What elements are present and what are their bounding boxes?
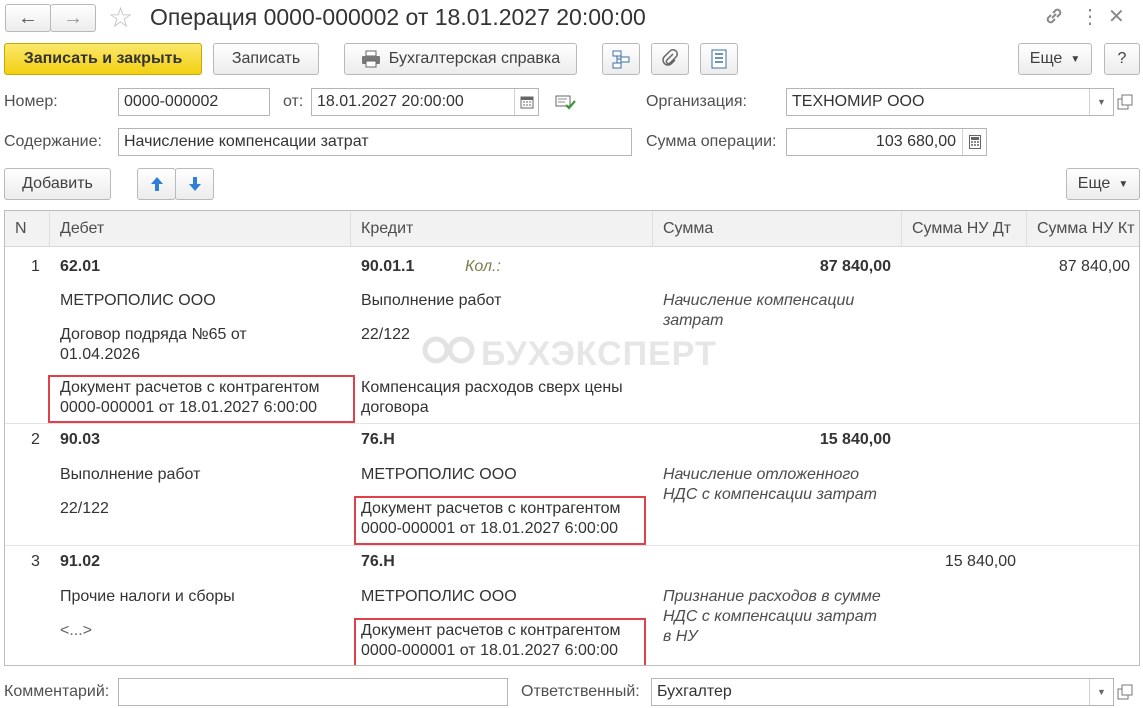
close-button[interactable]: ✕ — [1108, 4, 1134, 30]
save-button[interactable]: Записать — [213, 43, 319, 75]
entry-sum: 87 840,00 — [819, 258, 891, 275]
debit-subconto-2: 22/122 — [60, 500, 109, 517]
structure-button[interactable] — [602, 43, 640, 75]
organization-field[interactable]: ТЕХНОМИР ООО ▼ — [786, 88, 1114, 116]
highlight-frame — [354, 618, 646, 665]
arrow-right-icon: → — [63, 6, 83, 29]
calendar-button[interactable] — [514, 89, 538, 115]
printer-icon — [361, 50, 380, 68]
move-up-button[interactable] — [137, 168, 176, 200]
forward-button[interactable]: → — [50, 4, 96, 32]
attach-button[interactable] — [651, 43, 689, 75]
arrow-up-icon — [150, 177, 163, 191]
column-header-sum-nu-kt[interactable]: Сумма НУ Кт — [1027, 211, 1139, 247]
responsible-dropdown-button[interactable]: ▼ — [1089, 679, 1113, 705]
date-label: от: — [283, 93, 304, 110]
add-row-button[interactable]: Добавить — [4, 168, 111, 200]
debit-subconto-1: Выполнение работ — [60, 466, 201, 483]
calculator-button[interactable] — [962, 129, 986, 155]
comment-field[interactable] — [118, 678, 508, 706]
number-label: Номер: — [4, 93, 58, 110]
list-icon — [711, 49, 727, 69]
chevron-down-icon: ▼ — [1070, 53, 1081, 65]
paperclip-icon — [662, 49, 678, 66]
credit-subconto-1: Выполнение работ — [361, 292, 502, 309]
chevron-down-icon: ▼ — [1097, 687, 1106, 697]
row-number: 2 — [31, 431, 40, 448]
entry-sum: 15 840,00 — [819, 431, 891, 448]
sum-nu-kt: 87 840,00 — [1058, 258, 1130, 275]
operation-sum-label: Сумма операции: — [646, 133, 777, 150]
open-icon — [1117, 94, 1133, 110]
calendar-icon — [520, 96, 533, 109]
row-number: 3 — [31, 553, 40, 570]
row-number: 1 — [31, 258, 40, 275]
arrow-left-icon: ← — [18, 6, 38, 29]
entry-comment: Начисление компенсации затрат — [663, 292, 855, 329]
sum-nu-dt: 15 840,00 — [944, 553, 1016, 570]
credit-subconto-1: МЕТРОПОЛИС ООО — [361, 588, 517, 605]
more-menu-button[interactable]: Еще ▼ — [1018, 43, 1092, 75]
window-title: Операция 0000-000002 от 18.01.2027 20:00… — [150, 4, 646, 30]
entries-table[interactable]: N Дебет Кредит Сумма Сумма НУ Дт Сумма Н… — [4, 210, 1140, 666]
credit-account: 76.Н — [361, 553, 395, 570]
open-icon — [1117, 684, 1133, 700]
entry-comment: Начисление отложенного НДС с компенсации… — [663, 466, 877, 503]
debit-subconto-2: Договор подряда №65 от 01.04.2026 — [60, 326, 247, 363]
organization-open-button[interactable] — [1117, 90, 1139, 114]
content-field[interactable]: Начисление компенсации затрат — [118, 128, 632, 156]
structure-icon — [612, 50, 630, 69]
debit-account: 90.03 — [60, 431, 101, 448]
help-button[interactable]: ? — [1104, 43, 1140, 75]
chevron-down-icon: ▼ — [1097, 97, 1106, 107]
more-vertical-icon: ⋮ — [1080, 6, 1100, 28]
organization-label: Организация: — [646, 93, 747, 110]
credit-subconto-1: МЕТРОПОЛИС ООО — [361, 466, 517, 483]
star-icon: ☆ — [108, 2, 134, 33]
credit-account: 90.01.1 — [361, 258, 415, 275]
comment-label: Комментарий: — [4, 683, 110, 700]
debit-subconto-1: МЕТРОПОЛИС ООО — [60, 292, 216, 309]
close-icon: ✕ — [1108, 6, 1125, 28]
check-doc-icon — [555, 95, 576, 110]
back-button[interactable]: ← — [5, 4, 51, 32]
favorite-star-button[interactable]: ☆ — [108, 2, 140, 34]
responsible-field[interactable]: Бухгалтер ▼ — [651, 678, 1114, 706]
arrow-down-icon — [188, 177, 201, 191]
highlight-frame — [354, 496, 646, 545]
operation-sum-field[interactable]: 103 680,00 — [786, 128, 987, 156]
column-header-sum[interactable]: Сумма — [653, 211, 902, 247]
credit-account: 76.Н — [361, 431, 395, 448]
debit-subconto-2: <...> — [60, 622, 93, 639]
list-button[interactable] — [700, 43, 738, 75]
chevron-down-icon: ▼ — [1118, 178, 1129, 190]
responsible-label: Ответственный: — [521, 683, 640, 700]
highlight-frame — [48, 375, 355, 423]
column-header-debit[interactable]: Дебет — [50, 211, 351, 247]
debit-subconto-1: Прочие налоги и сборы — [60, 588, 235, 605]
credit-subconto-3: Компенсация расходов сверх цены договора — [361, 379, 623, 416]
link-button[interactable] — [1042, 4, 1070, 30]
column-header-credit[interactable]: Кредит — [351, 211, 653, 247]
save-and-close-button[interactable]: Записать и закрыть — [4, 43, 202, 75]
debit-account: 91.02 — [60, 553, 101, 570]
number-field[interactable]: 0000-000002 — [118, 88, 270, 116]
table-more-button[interactable]: Еще ▼ — [1066, 168, 1140, 200]
column-header-sum-nu-dt[interactable]: Сумма НУ Дт — [902, 211, 1027, 247]
check-doc-button[interactable] — [554, 90, 576, 114]
entry-comment: Признание расходов в сумме НДС с компенс… — [663, 588, 881, 645]
date-field[interactable]: 18.01.2027 20:00:00 — [311, 88, 539, 116]
organization-dropdown-button[interactable]: ▼ — [1089, 89, 1113, 115]
window-menu-button[interactable]: ⋮ — [1080, 4, 1100, 30]
move-down-button[interactable] — [175, 168, 214, 200]
quantity-label: Кол.: — [465, 258, 501, 275]
column-header-n[interactable]: N — [5, 211, 50, 247]
link-icon — [1046, 8, 1062, 24]
debit-account: 62.01 — [60, 258, 101, 275]
calculator-icon — [968, 135, 981, 149]
responsible-open-button[interactable] — [1117, 680, 1139, 704]
accounting-report-button[interactable]: Бухгалтерская справка — [344, 43, 577, 75]
content-label: Содержание: — [4, 133, 102, 150]
credit-subconto-2: 22/122 — [361, 326, 410, 343]
